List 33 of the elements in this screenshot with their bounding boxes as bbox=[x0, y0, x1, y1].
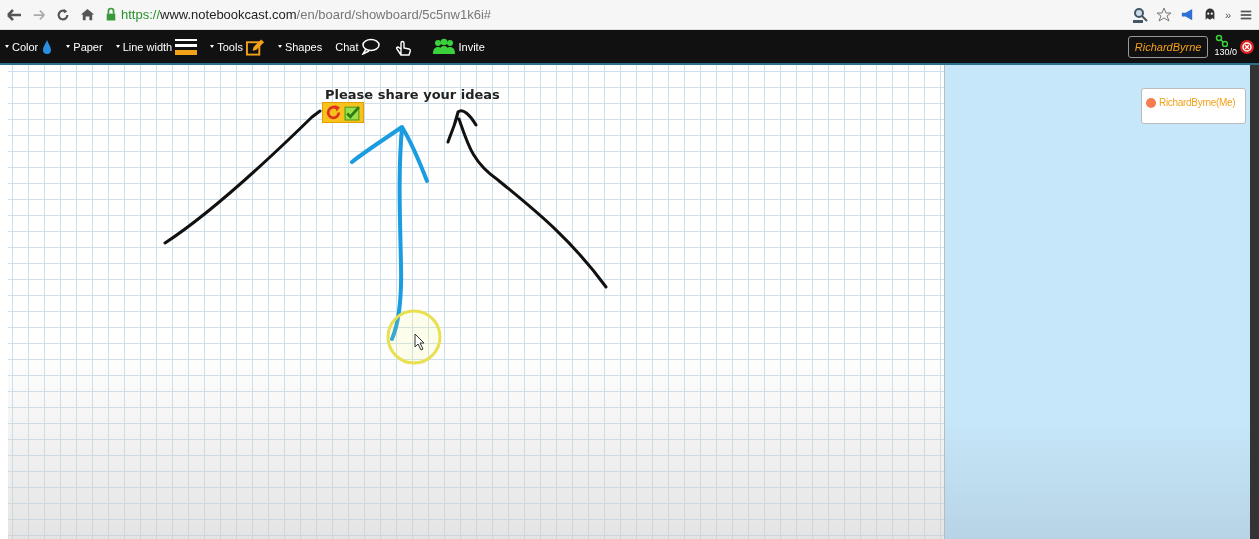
address-field[interactable]: https://www.notebookcast.com/en/board/showboard/5c5nw1k6i# bbox=[105, 7, 1122, 22]
toolbar-button[interactable]: Chat bbox=[335, 38, 382, 55]
cursor-highlight bbox=[386, 309, 442, 365]
scrollbar[interactable] bbox=[1250, 65, 1259, 539]
board-title: Please share your ideas bbox=[325, 87, 500, 102]
drop-icon bbox=[41, 38, 54, 55]
dropdown-menu[interactable]: Tools bbox=[210, 37, 265, 56]
pencil-icon bbox=[245, 37, 265, 56]
checkbox-icon[interactable] bbox=[344, 104, 361, 121]
people-icon bbox=[433, 38, 456, 55]
home-icon[interactable] bbox=[80, 7, 95, 22]
back-icon[interactable] bbox=[6, 6, 22, 23]
megaphone-icon[interactable] bbox=[1179, 7, 1195, 22]
undo-icon[interactable] bbox=[325, 104, 342, 121]
participant-name: RichardByrne(Me) bbox=[1159, 97, 1236, 108]
star-icon[interactable] bbox=[1155, 6, 1172, 23]
connection-count: 130/0 bbox=[1214, 46, 1237, 57]
close-icon[interactable] bbox=[1239, 38, 1255, 55]
whiteboard[interactable]: Please share your ideas bbox=[8, 65, 945, 539]
speech-bubble-icon bbox=[361, 38, 382, 55]
pointer-icon bbox=[414, 333, 425, 351]
dropdown-menu[interactable]: Color bbox=[5, 38, 54, 55]
dropdown-menu[interactable]: Line width bbox=[115, 36, 198, 57]
link-icon bbox=[1215, 33, 1229, 47]
username-field[interactable]: RichardByrne bbox=[1127, 35, 1209, 58]
toolbar-button[interactable]: Invite bbox=[433, 38, 485, 55]
user-search-icon[interactable] bbox=[1131, 6, 1148, 23]
dropdown-menu[interactable]: Shapes bbox=[277, 40, 323, 53]
dropdown-menu[interactable]: Paper bbox=[66, 40, 103, 53]
reload-icon[interactable] bbox=[56, 6, 70, 23]
more-extensions-button[interactable]: » bbox=[1224, 8, 1231, 21]
line-width-icon bbox=[175, 36, 198, 57]
lock-icon bbox=[105, 7, 117, 22]
